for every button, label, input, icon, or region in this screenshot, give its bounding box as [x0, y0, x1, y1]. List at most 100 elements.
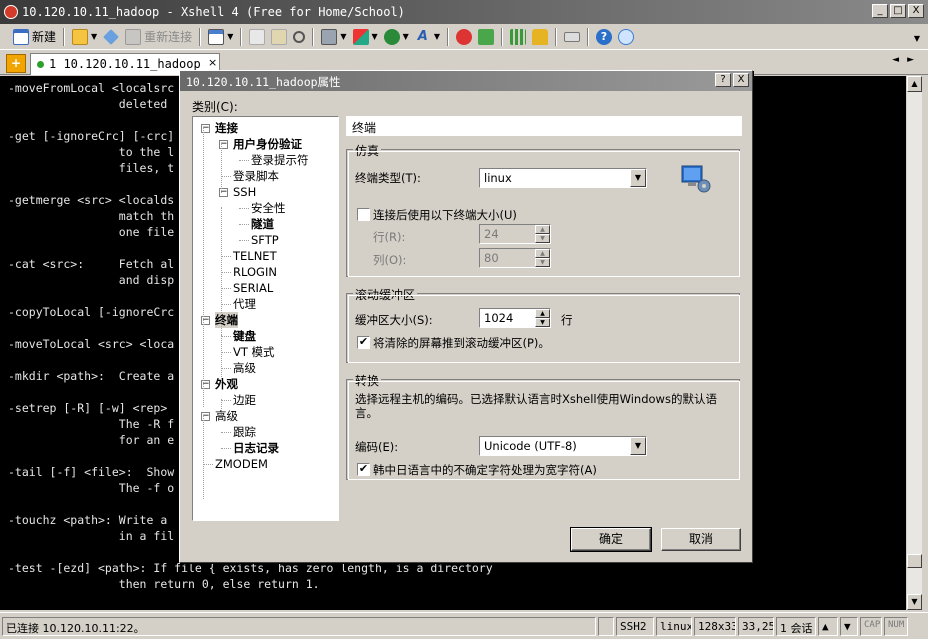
connect-button[interactable] — [100, 27, 122, 47]
chevron-down-icon[interactable]: ▼ — [630, 437, 646, 455]
category-label: 类别(C): — [192, 100, 238, 114]
encoding-label: 编码(E): — [355, 440, 399, 454]
spin-up-icon[interactable]: ▲ — [535, 225, 550, 234]
tree-item[interactable]: 连接 — [215, 120, 238, 136]
rows-spinner[interactable]: 24 ▲ ▼ — [479, 224, 551, 244]
tree-item[interactable]: SERIAL — [233, 280, 273, 296]
dialog-close-button[interactable]: X — [733, 73, 749, 87]
paste-button[interactable] — [268, 27, 290, 47]
tree-item[interactable]: 边距 — [233, 392, 256, 408]
spin-up-icon[interactable]: ▲ — [535, 309, 550, 318]
chat-button[interactable] — [615, 27, 637, 47]
minimize-button[interactable]: _ — [872, 4, 888, 18]
cols-spinner[interactable]: 80 ▲ ▼ — [479, 248, 551, 268]
tree-item[interactable]: VT 模式 — [233, 344, 275, 360]
num-lock-indicator: NUM — [884, 617, 908, 636]
chevron-down-icon: ▼ — [227, 32, 234, 41]
buffer-size-spinner[interactable]: 1024 ▲ ▼ — [479, 308, 551, 328]
tree-item[interactable]: 隧道 — [251, 216, 274, 232]
cancel-button[interactable]: 取消 — [661, 528, 741, 551]
grid-icon — [509, 28, 526, 45]
check-button[interactable] — [475, 27, 497, 47]
terminal-type-select[interactable]: linux ▼ — [479, 168, 647, 188]
tree-item[interactable]: SFTP — [251, 232, 279, 248]
scrollbar-thumb[interactable] — [907, 554, 922, 568]
toolbar-separator — [199, 27, 202, 46]
toolbar-separator — [312, 27, 315, 46]
tree-item[interactable]: TELNET — [233, 248, 277, 264]
terminal-scrollbar[interactable]: ▲ ▼ — [906, 76, 922, 610]
status-arrow-down-icon[interactable]: ▼ — [840, 617, 858, 636]
tree-item[interactable]: 高级 — [215, 408, 238, 424]
cjk-wide-char-checkbox[interactable]: ✔ — [357, 463, 370, 476]
reconnect-button[interactable]: 重新连接 — [122, 27, 195, 47]
chevron-down-icon: ▼ — [402, 32, 409, 41]
scroll-up-icon[interactable]: ▲ — [907, 76, 922, 92]
transfer-button[interactable]: ▼ — [350, 27, 381, 47]
chevron-down-icon[interactable]: ▼ — [630, 169, 646, 187]
globe-button[interactable]: ▼ — [381, 27, 412, 47]
tree-item[interactable]: 安全性 — [251, 200, 286, 216]
reconnect-label: 重新连接 — [144, 30, 193, 44]
new-session-button[interactable]: 新建 — [10, 27, 59, 47]
tree-connector — [221, 207, 222, 347]
spin-down-icon[interactable]: ▼ — [535, 234, 550, 243]
close-button[interactable]: X — [908, 4, 924, 18]
terminal-line: The -f o — [8, 481, 175, 495]
keyboard-button[interactable] — [561, 27, 583, 47]
spin-down-icon[interactable]: ▼ — [535, 258, 550, 267]
tree-item[interactable]: 跟踪 — [233, 424, 256, 440]
tab-close-icon[interactable]: × — [208, 56, 217, 69]
open-button[interactable]: ▼ — [69, 27, 100, 47]
custom-size-checkbox[interactable] — [357, 208, 370, 221]
tab-label: 1 10.120.10.11_hadoop — [49, 57, 201, 71]
status-arrow-icon[interactable]: ▲ — [818, 617, 838, 636]
toolbar-separator — [446, 27, 449, 46]
tree-item[interactable]: 终端 — [215, 312, 238, 328]
find-button[interactable] — [290, 27, 308, 47]
tree-item[interactable]: 键盘 — [233, 328, 256, 344]
lock-icon — [531, 28, 548, 45]
tree-item[interactable]: 代理 — [233, 296, 256, 312]
tab-scroll-arrows[interactable]: ◄► — [892, 55, 922, 65]
lock-button[interactable] — [529, 27, 551, 47]
tree-item[interactable]: ZMODEM — [215, 456, 268, 472]
tree-item[interactable]: 日志记录 — [233, 440, 279, 456]
push-to-scrollback-checkbox[interactable]: ✔ — [357, 336, 370, 349]
scroll-down-icon[interactable]: ▼ — [907, 594, 922, 610]
xftp-button[interactable] — [453, 27, 475, 47]
add-tab-button[interactable]: + — [6, 54, 26, 73]
spin-up-icon[interactable]: ▲ — [535, 249, 550, 258]
ok-button[interactable]: 确定 — [570, 527, 652, 552]
terminal-line: one file — [8, 225, 175, 239]
tree-connector — [221, 288, 231, 289]
tree-item[interactable]: RLOGIN — [233, 264, 277, 280]
xshell-app-icon[interactable] — [4, 5, 18, 19]
tree-item[interactable]: 外观 — [215, 376, 238, 392]
terminal-line: The -R f — [8, 417, 175, 431]
folder-open-icon — [72, 28, 89, 45]
print-button[interactable]: ▼ — [318, 27, 349, 47]
encoding-select[interactable]: Unicode (UTF-8) ▼ — [479, 436, 647, 456]
dialog-help-button[interactable]: ? — [715, 73, 731, 87]
toolbar-overflow-icon[interactable]: ▼ — [914, 34, 920, 43]
maximize-button[interactable]: □ — [890, 4, 906, 18]
properties-button[interactable]: ▼ — [205, 27, 236, 47]
font-button[interactable]: A ▼ — [412, 27, 443, 47]
main-title-bar: 10.120.10.11_hadoop - Xshell 4 (Free for… — [0, 0, 928, 24]
copy-button[interactable] — [246, 27, 268, 47]
tree-item[interactable]: SSH — [233, 184, 256, 200]
help-button[interactable]: ? — [593, 27, 615, 47]
tree-item[interactable]: 登录提示符 — [251, 152, 309, 168]
tree-item[interactable]: 登录脚本 — [233, 168, 279, 184]
tree-connector — [221, 368, 231, 369]
tree-connector — [239, 160, 249, 161]
tree-item[interactable]: 用户身份验证 — [233, 136, 302, 152]
printer-icon — [321, 28, 338, 45]
connection-status: 已连接 10.120.10.11:22。 — [2, 617, 596, 636]
tree-item[interactable]: 高级 — [233, 360, 256, 376]
layout-button[interactable] — [507, 27, 529, 47]
spin-down-icon[interactable]: ▼ — [535, 318, 550, 327]
buffer-size-unit: 行 — [561, 313, 573, 327]
terminal-type-label: 终端类型(T): — [355, 171, 421, 185]
